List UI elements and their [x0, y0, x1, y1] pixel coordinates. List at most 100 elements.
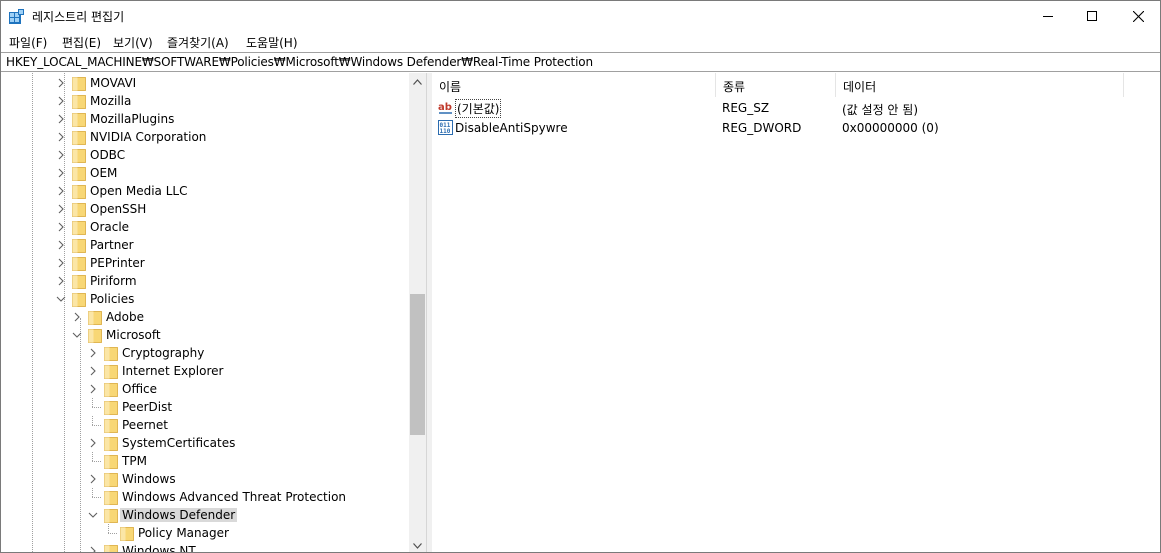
tree-item[interactable]: SystemCertificates — [1, 434, 407, 452]
tree-item-label[interactable]: OpenSSH — [88, 202, 148, 216]
tree-item-label[interactable]: TPM — [120, 454, 149, 468]
scroll-down-button[interactable] — [409, 537, 426, 552]
tree-item-label[interactable]: Windows — [120, 472, 178, 486]
menu-edit[interactable]: 편집(E) — [62, 34, 101, 51]
tree-item-label[interactable]: Peernet — [120, 418, 170, 432]
tree-item[interactable]: Policies — [1, 290, 407, 308]
tree-item[interactable]: MozillaPlugins — [1, 110, 407, 128]
chevron-right-icon[interactable] — [56, 240, 66, 250]
address-path[interactable]: HKEY_LOCAL_MACHINE₩SOFTWARE₩Policies₩Mic… — [6, 55, 593, 69]
chevron-right-icon[interactable] — [72, 312, 82, 322]
column-header-data[interactable]: 데이터 — [836, 73, 1124, 97]
tree-item-label[interactable]: Microsoft — [104, 328, 163, 342]
chevron-right-icon[interactable] — [56, 132, 66, 142]
menu-help[interactable]: 도움말(H) — [246, 34, 298, 51]
address-bar[interactable]: HKEY_LOCAL_MACHINE₩SOFTWARE₩Policies₩Mic… — [1, 52, 1160, 72]
tree-item[interactable]: NVIDIA Corporation — [1, 128, 407, 146]
tree-item[interactable]: Internet Explorer — [1, 362, 407, 380]
column-header-type[interactable]: 종류 — [716, 73, 836, 97]
chevron-right-icon[interactable] — [56, 78, 66, 88]
menu-file[interactable]: 파일(F) — [9, 34, 47, 51]
tree-item[interactable]: PEPrinter — [1, 254, 407, 272]
value-name[interactable]: (기본값) — [455, 99, 502, 118]
tree-item-label[interactable]: Oracle — [88, 220, 131, 234]
chevron-down-icon[interactable] — [72, 330, 82, 340]
tree-vertical-scrollbar[interactable] — [409, 73, 426, 552]
chevron-right-icon[interactable] — [88, 438, 98, 448]
tree-item-label[interactable]: MOVAVI — [88, 76, 138, 90]
tree-item-label[interactable]: Open Media LLC — [88, 184, 189, 198]
tree-item-label[interactable]: Internet Explorer — [120, 364, 225, 378]
tree-item[interactable]: Open Media LLC — [1, 182, 407, 200]
column-divider[interactable] — [1123, 73, 1124, 97]
key-tree-pane[interactable]: MOVAVI Mozilla MozillaPlugins NVIDIA Corpor… — [1, 73, 427, 553]
chevron-right-icon[interactable] — [56, 150, 66, 160]
chevron-right-icon[interactable] — [56, 114, 66, 124]
tree-item[interactable]: OEM — [1, 164, 407, 182]
tree-item-label[interactable]: Piriform — [88, 274, 139, 288]
tree-item-label[interactable]: MozillaPlugins — [88, 112, 176, 126]
tree-item-label[interactable]: ODBC — [88, 148, 127, 162]
tree-item-label[interactable]: OEM — [88, 166, 119, 180]
chevron-right-icon[interactable] — [88, 546, 98, 553]
tree-item-label[interactable]: Windows Advanced Threat Protection — [120, 490, 348, 504]
chevron-right-icon[interactable] — [88, 366, 98, 376]
tree-item[interactable]: OpenSSH — [1, 200, 407, 218]
tree-item-label[interactable]: Mozilla — [88, 94, 133, 108]
tree-item[interactable]: ODBC — [1, 146, 407, 164]
tree-item[interactable]: Windows — [1, 470, 407, 488]
chevron-right-icon[interactable] — [56, 276, 66, 286]
tree-item-label[interactable]: PeerDist — [120, 400, 174, 414]
tree-item-label[interactable]: Windows Defender — [120, 508, 238, 522]
chevron-right-icon[interactable] — [56, 96, 66, 106]
close-button[interactable] — [1115, 1, 1160, 31]
value-name[interactable]: DisableAntiSpywre — [455, 121, 568, 135]
tree-item[interactable]: Office — [1, 380, 407, 398]
tree-item[interactable]: Microsoft — [1, 326, 407, 344]
tree-item[interactable]: Windows NT — [1, 542, 407, 553]
chevron-right-icon[interactable] — [88, 384, 98, 394]
tree-item[interactable]: TPM — [1, 452, 407, 470]
tree-item-label[interactable]: Partner — [88, 238, 136, 252]
tree-item[interactable]: MOVAVI — [1, 74, 407, 92]
minimize-button[interactable] — [1025, 1, 1071, 31]
chevron-down-icon[interactable] — [56, 294, 66, 304]
tree-item[interactable]: Peernet — [1, 416, 407, 434]
chevron-right-icon[interactable] — [56, 258, 66, 268]
chevron-right-icon[interactable] — [56, 204, 66, 214]
value-row[interactable]: ab (기본값) REG_SZ (값 설정 안 됨) — [432, 98, 1160, 118]
tree-item[interactable]: PeerDist — [1, 398, 407, 416]
chevron-right-icon[interactable] — [88, 348, 98, 358]
tree-item-label[interactable]: NVIDIA Corporation — [88, 130, 208, 144]
tree-item-label[interactable]: Office — [120, 382, 159, 396]
tree-item[interactable]: Partner — [1, 236, 407, 254]
tree-item-label[interactable]: PEPrinter — [88, 256, 147, 270]
tree-item-label[interactable]: Cryptography — [120, 346, 206, 360]
tree-item[interactable]: Windows Defender — [1, 506, 407, 524]
chevron-right-icon[interactable] — [88, 474, 98, 484]
tree-item[interactable]: Piriform — [1, 272, 407, 290]
tree-item-label[interactable]: Adobe — [104, 310, 146, 324]
tree-item-label[interactable]: Policies — [88, 292, 136, 306]
chevron-right-icon[interactable] — [56, 168, 66, 178]
chevron-right-icon[interactable] — [56, 222, 66, 232]
tree-item[interactable]: Mozilla — [1, 92, 407, 110]
tree-item-label[interactable]: Policy Manager — [136, 526, 231, 540]
column-header-name[interactable]: 이름 — [432, 73, 716, 97]
tree-item[interactable]: Policy Manager — [1, 524, 407, 542]
chevron-right-icon[interactable] — [56, 186, 66, 196]
tree-item[interactable]: Windows Advanced Threat Protection — [1, 488, 407, 506]
values-list-pane[interactable]: 이름 종류 데이터 ab (기본값) REG_SZ (값 설정 안 됨) 011… — [432, 73, 1160, 552]
tree-item-label[interactable]: Windows NT — [120, 544, 198, 552]
maximize-button[interactable] — [1069, 1, 1115, 31]
tree-item-label[interactable]: SystemCertificates — [120, 436, 237, 450]
tree-item[interactable]: Oracle — [1, 218, 407, 236]
menu-favorites[interactable]: 즐겨찾기(A) — [167, 34, 229, 51]
tree-item[interactable]: Cryptography — [1, 344, 407, 362]
tree-item[interactable]: Adobe — [1, 308, 407, 326]
scroll-thumb[interactable] — [410, 294, 425, 435]
chevron-down-icon[interactable] — [88, 510, 98, 520]
menu-view[interactable]: 보기(V) — [113, 34, 153, 51]
scroll-up-button[interactable] — [409, 73, 426, 90]
value-row[interactable]: 011 110 DisableAntiSpywre REG_DWORD 0x00… — [432, 118, 1160, 138]
